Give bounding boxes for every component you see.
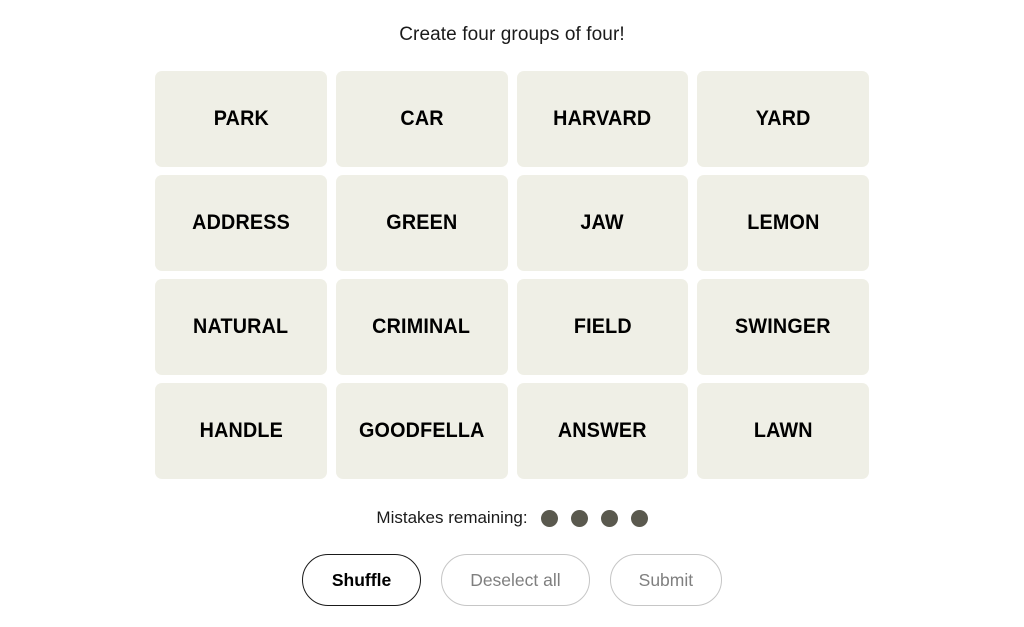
- word-tile-label: LEMON: [747, 211, 820, 234]
- connections-game-page: Create four groups of four! PARK CAR HAR…: [0, 0, 1024, 627]
- word-tile-label: FIELD: [573, 315, 632, 338]
- word-tile-label: GREEN: [386, 211, 458, 234]
- word-tile-label: SWINGER: [735, 315, 831, 338]
- word-tile-label: CAR: [399, 107, 444, 130]
- word-tile[interactable]: ADDRESS: [155, 175, 327, 271]
- word-tile-label: NATURAL: [193, 315, 289, 338]
- word-tile[interactable]: FIELD: [516, 279, 689, 375]
- deselect-all-button[interactable]: Deselect all: [441, 554, 590, 606]
- word-tile[interactable]: GOODFELLA: [335, 383, 508, 479]
- word-tile[interactable]: ANSWER: [516, 383, 689, 479]
- mistake-dot-icon: [540, 509, 558, 527]
- word-tile[interactable]: HANDLE: [155, 383, 327, 479]
- word-tile-label: HANDLE: [199, 419, 283, 442]
- mistakes-remaining: Mistakes remaining:: [376, 508, 648, 528]
- word-tile[interactable]: LEMON: [697, 175, 869, 271]
- word-tile[interactable]: CAR: [335, 71, 508, 167]
- word-tile-label: JAW: [580, 211, 625, 234]
- word-tile[interactable]: CRIMINAL: [335, 279, 508, 375]
- word-tile-label: ADDRESS: [191, 211, 290, 234]
- game-controls: Shuffle Deselect all Submit: [301, 554, 723, 606]
- word-tile[interactable]: NATURAL: [155, 279, 327, 375]
- word-tile-label: ANSWER: [557, 419, 647, 442]
- word-tile[interactable]: JAW: [516, 175, 689, 271]
- mistake-dot-icon: [630, 509, 648, 527]
- word-tile-label: LAWN: [753, 419, 813, 442]
- word-tile-label: HARVARD: [553, 107, 652, 130]
- word-tile[interactable]: GREEN: [335, 175, 508, 271]
- mistake-dot-icon: [570, 509, 588, 527]
- word-tile[interactable]: LAWN: [697, 383, 869, 479]
- word-tile[interactable]: HARVARD: [516, 71, 689, 167]
- word-tile[interactable]: SWINGER: [697, 279, 869, 375]
- word-tile[interactable]: YARD: [697, 71, 869, 167]
- submit-button[interactable]: Submit: [609, 554, 723, 606]
- word-grid: PARK CAR HARVARD YARD ADDRESS GREEN JAW …: [155, 71, 869, 479]
- word-tile-label: CRIMINAL: [372, 315, 471, 338]
- word-tile-label: PARK: [213, 107, 269, 130]
- shuffle-button[interactable]: Shuffle: [301, 554, 422, 606]
- mistakes-remaining-label: Mistakes remaining:: [376, 508, 528, 527]
- mistake-dot-icon: [600, 509, 618, 527]
- word-tile-label: GOODFELLA: [358, 419, 485, 442]
- word-tile-label: YARD: [755, 107, 811, 130]
- page-title: Create four groups of four!: [399, 24, 625, 45]
- word-tile[interactable]: PARK: [155, 71, 327, 167]
- mistakes-dots: [540, 509, 648, 527]
